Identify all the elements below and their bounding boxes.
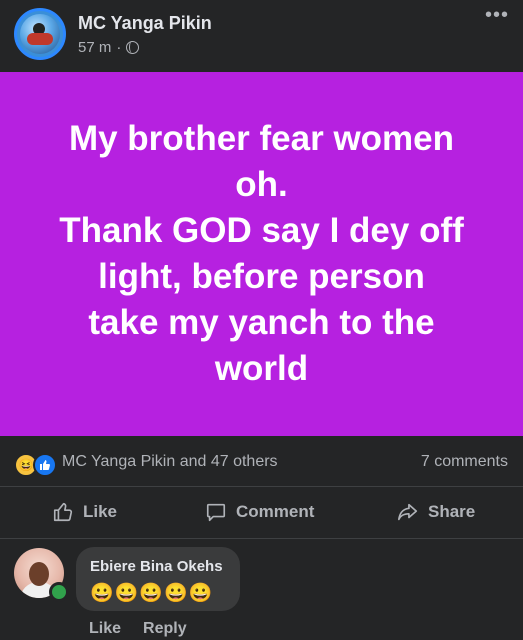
comment-label: Comment (236, 502, 315, 521)
post-time[interactable]: 57 m (78, 39, 111, 56)
like-button[interactable]: Like (52, 486, 117, 538)
post-text-line: Thank GOD say I dey off (59, 211, 464, 250)
post-text-line: My brother fear women (68, 119, 455, 158)
author-name[interactable]: MC Yanga Pikin (78, 13, 212, 34)
comment-actions: Like Reply (89, 620, 187, 638)
post-text-line: take my yanch to the (88, 303, 435, 342)
comment-like-button[interactable]: Like (89, 620, 121, 638)
like-label: Like (83, 502, 118, 521)
reaction-icons[interactable]: 😆 (14, 453, 57, 477)
comment-reply-button[interactable]: Reply (143, 620, 187, 638)
comment-bubble[interactable]: Ebiere Bina Okehs 😀😀😀😀😀 (76, 547, 240, 611)
share-button[interactable]: Share (397, 486, 475, 538)
online-status-indicator (49, 582, 69, 602)
post-text-line: light, before person (98, 257, 425, 296)
post-text-line: oh. (235, 165, 288, 204)
post-meta: 57 m · (78, 39, 140, 56)
comments-count[interactable]: 7 comments (421, 453, 508, 471)
post-text: My brother fear women oh. Thank GOD say I … (22, 116, 502, 392)
share-label: Share (428, 502, 476, 521)
comment-button[interactable]: Comment (205, 486, 314, 538)
avatar-face (29, 562, 49, 586)
globe-icon (126, 41, 140, 54)
reaction-summary[interactable]: MC Yanga Pikin and 47 others (62, 453, 278, 471)
commenter-name[interactable]: Ebiere Bina Okehs (90, 558, 223, 575)
post-header: MC Yanga Pikin 57 m · ••• (0, 0, 523, 72)
more-options-icon[interactable]: ••• (485, 5, 509, 25)
comment-icon (206, 503, 226, 522)
like-icon (33, 453, 57, 477)
post-content[interactable]: My brother fear women oh. Thank GOD say I … (0, 72, 523, 436)
action-bar: Like Comment Share (0, 486, 523, 539)
meta-separator: · (116, 39, 122, 56)
share-icon (398, 503, 418, 521)
avatar-bike (27, 33, 53, 45)
post-text-line: world (214, 349, 309, 388)
reactions-bar: 😆 MC Yanga Pikin and 47 others 7 comment… (0, 436, 523, 487)
thumbs-up-icon (53, 502, 73, 522)
author-avatar[interactable] (14, 8, 66, 60)
comment-item: Ebiere Bina Okehs 😀😀😀😀😀 Like Reply (0, 540, 523, 640)
comment-text: 😀😀😀😀😀 (90, 583, 214, 604)
